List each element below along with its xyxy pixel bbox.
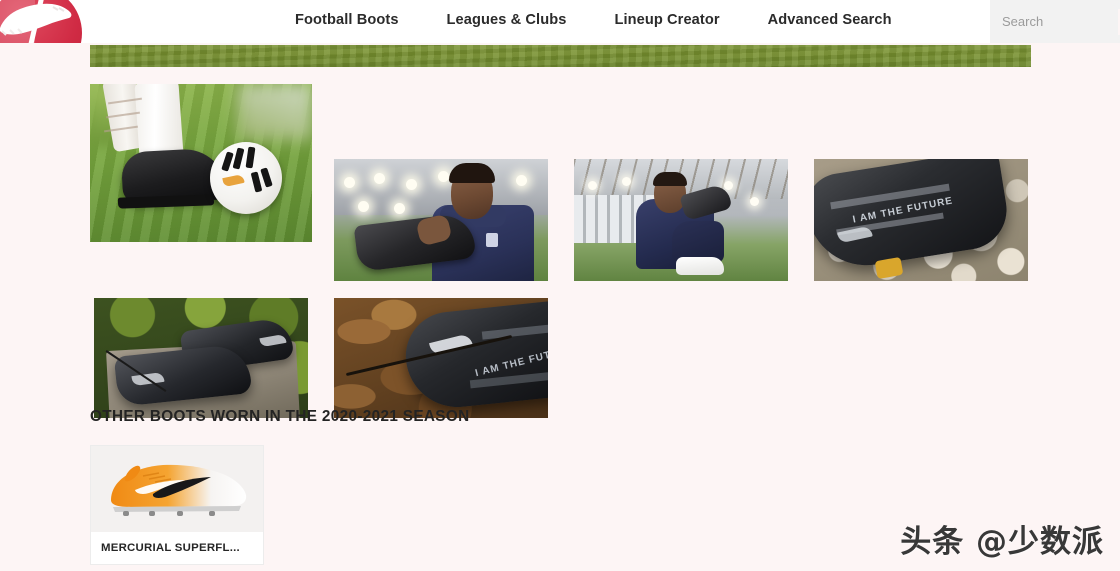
- ceiling-lamp: [394, 203, 405, 214]
- ceiling-lamp: [358, 201, 369, 212]
- gallery-photo-5[interactable]: [94, 298, 308, 418]
- nav-item-lineup-creator[interactable]: Lineup Creator: [614, 12, 719, 28]
- blur-right: [238, 84, 312, 140]
- site-header: Football Boots Leagues & Clubs Lineup Cr…: [0, 0, 1120, 43]
- search-box: [990, 0, 1120, 43]
- football-boot-icon: [0, 3, 72, 36]
- white-trainer: [676, 257, 724, 275]
- nav-item-advanced-search[interactable]: Advanced Search: [768, 12, 892, 28]
- ceiling-lamp: [406, 179, 417, 190]
- football: [210, 142, 282, 214]
- ceiling-lamp: [516, 175, 527, 186]
- ceiling-lamp: [622, 177, 631, 186]
- ceiling-lamp: [724, 181, 733, 190]
- page-content: I AM THE FUTURE I AM THE FUTURE OTHER BO…: [0, 43, 1120, 571]
- grass-banner: [90, 45, 1031, 67]
- ceiling-lamp: [750, 197, 759, 206]
- section-title: OTHER BOOTS WORN IN THE 2020-2021 SEASON: [90, 408, 470, 425]
- search-input[interactable]: [1002, 11, 1080, 32]
- gallery-photo-6[interactable]: I AM THE FUTURE: [334, 298, 548, 418]
- main-navigation: Football Boots Leagues & Clubs Lineup Cr…: [295, 12, 892, 28]
- product-label: MERCURIAL SUPERFL...: [91, 532, 263, 564]
- nav-item-leagues-clubs[interactable]: Leagues & Clubs: [447, 12, 567, 28]
- product-card-mercurial-superfly[interactable]: MERCURIAL SUPERFL...: [90, 445, 264, 565]
- nav-item-football-boots[interactable]: Football Boots: [295, 12, 399, 28]
- site-logo[interactable]: [0, 0, 82, 43]
- ceiling-lamp: [344, 177, 355, 188]
- watermark: 头条 @少数派: [900, 524, 1104, 560]
- player-hair: [449, 163, 495, 183]
- gallery-photo-1[interactable]: [90, 84, 312, 242]
- ceiling-lamp: [374, 173, 385, 184]
- kit-crest: [486, 233, 498, 247]
- player-hair: [653, 172, 687, 186]
- gallery-photo-2[interactable]: [334, 159, 548, 281]
- gallery-photo-4[interactable]: I AM THE FUTURE: [814, 159, 1028, 281]
- mercurial-superfly-boot-icon: [111, 464, 247, 516]
- gallery-photo-3[interactable]: [574, 159, 788, 281]
- ceiling-lamp: [438, 171, 449, 182]
- product-image: [91, 446, 263, 532]
- ceiling-lamp: [588, 181, 597, 190]
